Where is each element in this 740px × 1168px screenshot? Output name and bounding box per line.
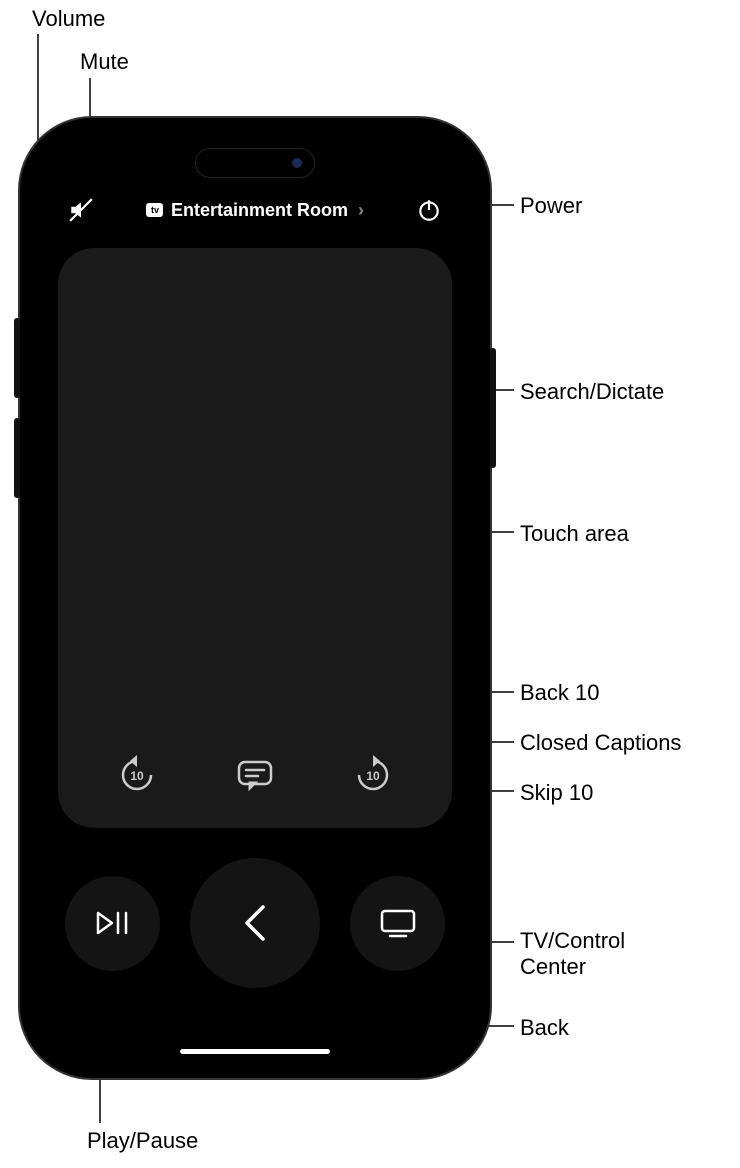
touchpad-button-row: 10 10 xyxy=(58,752,452,798)
device-selector[interactable]: tv Entertainment Room › xyxy=(146,200,364,221)
mute-button[interactable] xyxy=(58,187,104,233)
side-physical-button[interactable] xyxy=(490,348,496,468)
tv-icon xyxy=(378,907,418,939)
remote-top-bar: tv Entertainment Room › xyxy=(30,188,480,232)
back-button[interactable] xyxy=(190,858,320,988)
iphone-frame: tv Entertainment Room › 10 xyxy=(20,118,490,1078)
play-pause-button[interactable] xyxy=(65,876,160,971)
power-icon xyxy=(416,197,442,223)
tv-control-center-button[interactable] xyxy=(350,876,445,971)
home-indicator[interactable] xyxy=(180,1049,330,1054)
speaker-mute-icon xyxy=(68,197,94,223)
device-name: Entertainment Room xyxy=(171,200,348,221)
back-10-icon: 10 xyxy=(117,755,157,795)
closed-captions-button[interactable] xyxy=(232,752,278,798)
dynamic-island xyxy=(195,148,315,178)
chevron-right-icon: › xyxy=(358,200,364,221)
volume-up-physical-button[interactable] xyxy=(14,318,20,398)
touch-area[interactable]: 10 10 xyxy=(58,248,452,828)
power-button[interactable] xyxy=(406,187,452,233)
skip-10-icon: 10 xyxy=(353,755,393,795)
apple-tv-badge-icon: tv xyxy=(146,203,163,217)
screen: tv Entertainment Room › 10 xyxy=(30,128,480,1068)
back-10-button[interactable]: 10 xyxy=(114,752,160,798)
volume-down-physical-button[interactable] xyxy=(14,418,20,498)
skip-10-button[interactable]: 10 xyxy=(350,752,396,798)
svg-text:10: 10 xyxy=(366,769,380,783)
bottom-button-row xyxy=(30,858,480,988)
speech-bubble-icon xyxy=(235,758,275,792)
chevron-left-icon xyxy=(241,901,269,945)
svg-text:10: 10 xyxy=(130,769,144,783)
play-pause-icon xyxy=(96,909,130,937)
